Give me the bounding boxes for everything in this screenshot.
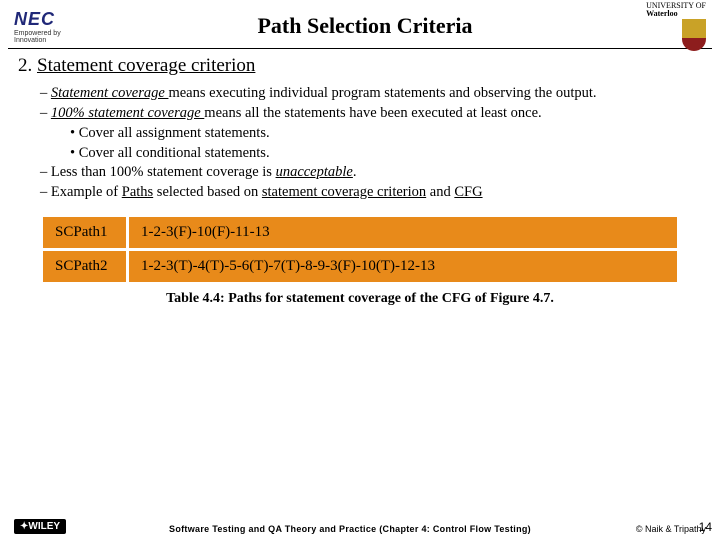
section-number: 2. xyxy=(18,55,32,76)
table-row: SCPath2 1-2-3(T)-4(T)-5-6(T)-7(T)-8-9-3(… xyxy=(42,250,679,284)
sub-bullet-item: Cover all conditional statements. xyxy=(40,144,702,163)
slide-footer: ✦WILEY Software Testing and QA Theory an… xyxy=(0,519,720,534)
nec-tagline: Empowered by Innovation xyxy=(14,30,94,44)
path-label: SCPath2 xyxy=(42,250,128,284)
path-value: 1-2-3(T)-4(T)-5-6(T)-7(T)-8-9-3(F)-10(T)… xyxy=(128,250,679,284)
path-label: SCPath1 xyxy=(42,216,128,250)
path-value: 1-2-3(F)-10(F)-11-13 xyxy=(128,216,679,250)
slide-title: Path Selection Criteria xyxy=(94,13,636,39)
table-row: SCPath1 1-2-3(F)-10(F)-11-13 xyxy=(42,216,679,250)
page-number: 14 xyxy=(699,520,712,534)
bullet-item: Example of Paths selected based on state… xyxy=(40,183,702,202)
paths-table: SCPath1 1-2-3(F)-10(F)-11-13 SCPath2 1-2… xyxy=(40,214,680,285)
crest-icon xyxy=(682,19,706,51)
sub-bullet-item: Cover all assignment statements. xyxy=(40,124,702,143)
bullet-item: Statement coverage means executing indiv… xyxy=(40,84,702,103)
table-caption: Table 4.4: Paths for statement coverage … xyxy=(0,291,720,307)
header-rule xyxy=(8,48,712,49)
bullet-item: 100% statement coverage means all the st… xyxy=(40,104,702,123)
waterloo-logo: UNIVERSITY OF Waterloo xyxy=(636,1,706,51)
slide-header: NEC Empowered by Innovation Path Selecti… xyxy=(0,0,720,46)
footer-copyright: © Naik & Tripathy xyxy=(596,524,706,534)
section-title: Statement coverage criterion xyxy=(37,55,255,76)
nec-logo: NEC Empowered by Innovation xyxy=(14,9,94,44)
nec-logo-text: NEC xyxy=(14,9,94,30)
wiley-badge: ✦WILEY xyxy=(14,519,66,534)
waterloo-text: UNIVERSITY OF Waterloo xyxy=(646,2,706,18)
footer-center-text: Software Testing and QA Theory and Pract… xyxy=(104,524,596,534)
bullet-item: Less than 100% statement coverage is una… xyxy=(40,163,702,182)
section-heading: 2. Statement coverage criterion xyxy=(0,55,720,83)
wiley-logo: ✦WILEY xyxy=(14,519,104,534)
bullet-list: Statement coverage means executing indiv… xyxy=(0,84,720,202)
